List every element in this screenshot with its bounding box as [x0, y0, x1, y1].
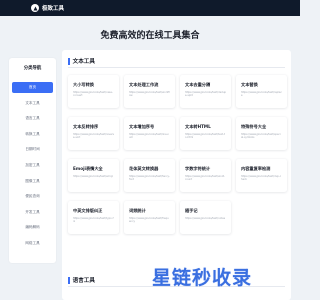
tool-card-title: 文本处理工作流 — [129, 82, 159, 87]
tool-card-title: 特殊符号大全 — [241, 124, 267, 129]
sidebar-item[interactable]: 编码解码 — [12, 222, 53, 233]
tool-card[interactable]: 文本转HTML https://www.jjzs.tools/text/text-… — [180, 117, 231, 150]
tool-card-title: 文本替换 — [241, 82, 258, 87]
section-marker — [68, 276, 70, 284]
tool-card[interactable]: 文本处理工作流 https://www.jjzs.tools/text/workf… — [124, 75, 175, 108]
tool-card-url: https://www.jjzs.tools/text/notes — [185, 217, 226, 220]
tool-card-title: 文本转HTML — [185, 124, 211, 129]
page-headline: 免费高效的在线工具集合 — [100, 31, 200, 41]
tool-card-title: 大小写转换 — [73, 82, 94, 87]
tool-card[interactable]: 随手记 https://www.jjzs.tools/text/notes — [180, 201, 231, 234]
tool-card-url: https://www.jjzs.tools/text/emoji — [73, 175, 114, 178]
tool-card-title: 字数字符统计 — [185, 166, 211, 171]
sidebar-item[interactable]: 首页 — [12, 82, 53, 93]
sidebar-item[interactable]: 转换工具 — [12, 129, 53, 140]
tool-card-title: 词频统计 — [129, 208, 146, 213]
tool-card[interactable]: 特殊符号大全 https://www.jjzs.tools/text/specia… — [236, 117, 287, 150]
tool-card-title: 文本去重分隔 — [185, 82, 211, 87]
tool-card-url: https://www.jjzs.tools/text/replace — [241, 91, 282, 98]
sidebar-item[interactable]: 开发工具 — [12, 207, 53, 218]
tool-card[interactable]: 中英文排版纠正 https://www.jjzs.tools/text/typo-… — [68, 201, 119, 234]
tool-card-title: 花体英文转换器 — [129, 166, 159, 171]
tool-card-url: https://www.jjzs.tools/text/case-convert — [73, 91, 113, 98]
section-header-language-tools: 语言工具 — [68, 276, 95, 284]
tool-card-url: https://www.jjzs.tools/text/text-to-html — [185, 133, 225, 140]
section-title: 语言工具 — [72, 278, 95, 284]
sidebar-item[interactable]: 文本工具 — [12, 98, 53, 109]
sidebar-item[interactable]: 日期时间 — [12, 144, 53, 155]
section-title: 文本工具 — [72, 59, 95, 65]
sidebar-item[interactable]: 便民查询 — [12, 191, 53, 202]
tool-card[interactable]: 花体英文转换器 https://www.jjzs.tools/text/fancy… — [124, 159, 175, 192]
sidebar-title: 分类导航 — [23, 66, 42, 71]
tool-card-url: https://www.jjzs.tools/text/word-count — [185, 175, 226, 182]
tool-card-url: https://www.jjzs.tools/text/workflow — [129, 91, 170, 98]
sidebar-item[interactable]: 语言工具 — [12, 113, 53, 124]
tool-card-url: https://www.jjzs.tools/text/dedupe-split — [185, 91, 226, 98]
category-sidebar: 分类导航 首页文本工具语言工具转换工具日期时间加密工具图像工具便民查询开发工具编… — [9, 58, 56, 263]
watermark-text: 星链秒收录 — [152, 267, 253, 289]
tool-card-url: https://www.jjzs.tools/text/dup-check — [241, 175, 282, 182]
tool-card[interactable]: 词频统计 https://www.jjzs.tools/text/frequenc… — [124, 201, 175, 234]
tool-card-url: https://www.jjzs.tools/text/reverse-sort — [73, 133, 114, 140]
tool-card-title: 文本反转排序 — [73, 124, 99, 129]
tool-card-title: 内容重复率检测 — [241, 166, 271, 171]
tool-card-title: 中英文排版纠正 — [73, 208, 103, 213]
top-bar: 极致工具 — [0, 0, 300, 16]
logo-icon[interactable] — [31, 4, 39, 12]
tool-card-title: Emoji表情大全 — [73, 166, 103, 171]
tool-card[interactable]: 文本去重分隔 https://www.jjzs.tools/text/dedupe… — [180, 75, 231, 108]
tool-card[interactable]: 文本增加序号 https://www.jjzs.tools/text/line-n… — [124, 117, 175, 150]
sidebar-item[interactable]: 网络工具 — [12, 238, 53, 249]
tool-card-url: https://www.jjzs.tools/text/special-symb… — [241, 133, 281, 140]
tool-card-title: 随手记 — [185, 208, 198, 213]
tool-card[interactable]: Emoji表情大全 https://www.jjzs.tools/text/emo… — [68, 159, 119, 192]
tool-card[interactable]: 内容重复率检测 https://www.jjzs.tools/text/dup-c… — [236, 159, 287, 192]
tool-card-url: https://www.jjzs.tools/text/frequency — [129, 217, 169, 224]
sidebar-item[interactable]: 图像工具 — [12, 176, 53, 187]
tool-grid: 大小写转换 https://www.jjzs.tools/text/case-co… — [68, 75, 287, 234]
tool-card-url: https://www.jjzs.tools/text/typo-fix — [73, 217, 114, 224]
tool-card[interactable]: 文本反转排序 https://www.jjzs.tools/text/revers… — [68, 117, 119, 150]
sidebar-item[interactable]: 加密工具 — [12, 160, 53, 171]
tool-card-url: https://www.jjzs.tools/text/line-num — [129, 133, 170, 140]
brand-name[interactable]: 极致工具 — [42, 4, 64, 12]
sidebar-items: 首页文本工具语言工具转换工具日期时间加密工具图像工具便民查询开发工具编码解码网络… — [12, 82, 53, 254]
tool-card[interactable]: 文本替换 https://www.jjzs.tools/text/replace — [236, 75, 287, 108]
tool-card[interactable]: 大小写转换 https://www.jjzs.tools/text/case-co… — [68, 75, 119, 108]
section-divider — [68, 67, 285, 68]
tool-card-url: https://www.jjzs.tools/text/fancy-font — [129, 175, 170, 182]
tool-card[interactable]: 字数字符统计 https://www.jjzs.tools/text/word-c… — [180, 159, 231, 192]
tool-card-title: 文本增加序号 — [129, 124, 155, 129]
section-marker — [68, 57, 70, 65]
section-header-text-tools: 文本工具 — [68, 57, 95, 65]
